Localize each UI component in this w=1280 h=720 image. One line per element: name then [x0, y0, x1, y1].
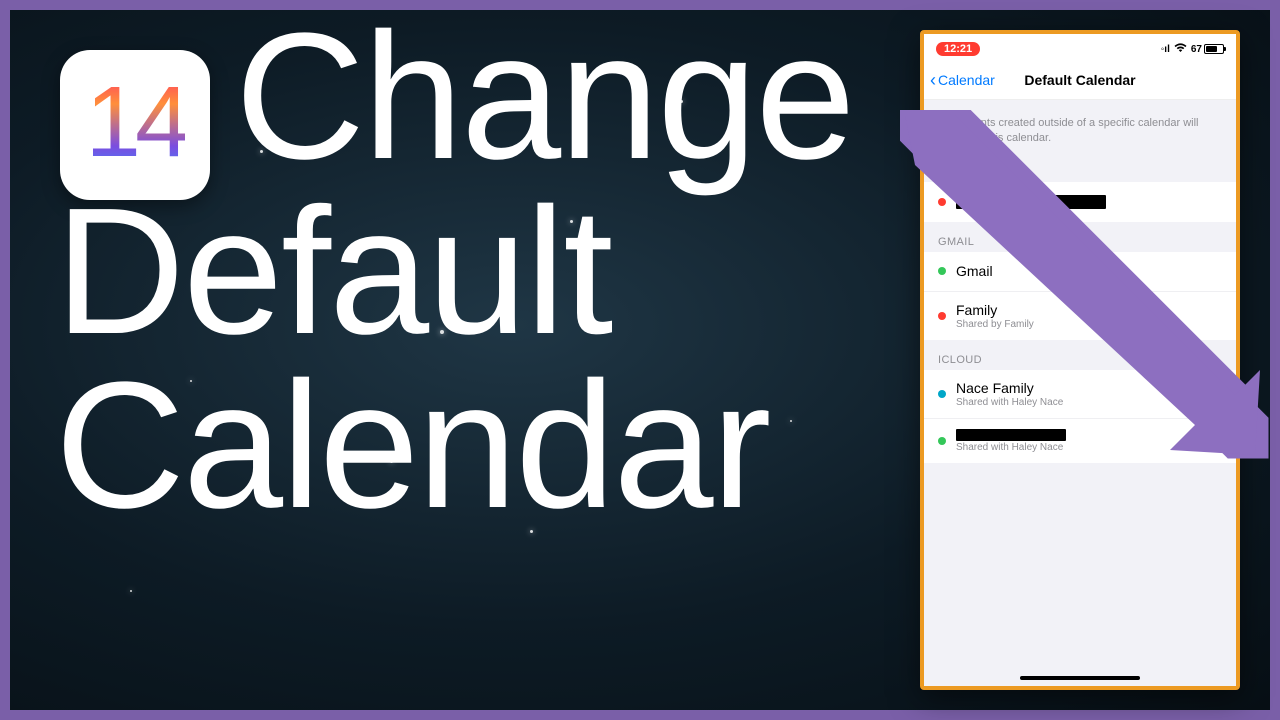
redacted-calendar-name	[956, 429, 1066, 441]
section-header-eatonco: EATON CO	[924, 152, 1236, 182]
calendar-row[interactable]: Shared with Haley Nace	[924, 419, 1236, 463]
battery-percent: 67	[1191, 44, 1202, 55]
section-eatonco	[924, 182, 1236, 222]
calendar-color-dot	[938, 312, 946, 320]
headline-line-1: Change	[235, 10, 935, 185]
calendar-color-dot	[938, 390, 946, 398]
calendar-name: Gmail	[956, 263, 993, 279]
calendar-name: Nace Family	[956, 380, 1063, 396]
calendar-name: Family	[956, 302, 1034, 318]
calendar-subtitle: Shared with Haley Nace	[956, 397, 1063, 408]
headline-line-3: Calendar	[55, 359, 935, 534]
calendar-color-dot	[938, 267, 946, 275]
cellular-signal-icon: ◦ıl	[1161, 44, 1170, 55]
back-label: Calendar	[938, 72, 995, 88]
home-indicator	[1020, 676, 1140, 680]
battery-icon	[1204, 44, 1224, 54]
section-header-gmail: GMAIL	[924, 222, 1236, 252]
iphone-screenshot: 12:21 ◦ıl 67 ‹ Calendar Default Calendar…	[920, 30, 1240, 690]
bokeh-dot	[130, 590, 132, 592]
calendar-row[interactable]: Gmail	[924, 252, 1236, 292]
status-indicators: ◦ıl 67	[1161, 43, 1224, 56]
calendar-row[interactable]: Family Shared by Family	[924, 292, 1236, 340]
back-button[interactable]: ‹ Calendar	[924, 71, 995, 89]
wifi-icon	[1174, 43, 1187, 56]
section-header-icloud: ICLOUD	[924, 340, 1236, 370]
battery-indicator: 67	[1191, 44, 1224, 55]
calendar-color-dot	[938, 198, 946, 206]
calendar-color-dot	[938, 437, 946, 445]
section-gmail: Gmail Family Shared by Family	[924, 252, 1236, 340]
checkmark-icon: ✓	[1207, 383, 1222, 404]
calendar-subtitle: Shared with Haley Nace	[956, 442, 1066, 453]
calendar-subtitle: Shared by Family	[956, 319, 1034, 330]
calendar-row[interactable]	[924, 182, 1236, 222]
thumbnail-frame: 14 Change Default Calendar 12:21 ◦ıl 67 …	[0, 0, 1280, 720]
ios14-number: 14	[85, 72, 184, 178]
section-icloud: Nace Family Shared with Haley Nace ✓ Sha…	[924, 370, 1236, 463]
nav-bar: ‹ Calendar Default Calendar	[924, 60, 1236, 100]
helper-text: New events created outside of a specific…	[924, 100, 1236, 152]
status-time-pill: 12:21	[936, 42, 980, 56]
calendar-row[interactable]: Nace Family Shared with Haley Nace ✓	[924, 370, 1236, 419]
headline-line-2: Default	[55, 185, 935, 360]
redacted-calendar-name	[956, 195, 1106, 209]
chevron-left-icon: ‹	[930, 71, 936, 89]
status-bar: 12:21 ◦ıl 67	[924, 34, 1236, 60]
headline: Change Default Calendar	[235, 10, 935, 534]
settings-content: New events created outside of a specific…	[924, 100, 1236, 463]
